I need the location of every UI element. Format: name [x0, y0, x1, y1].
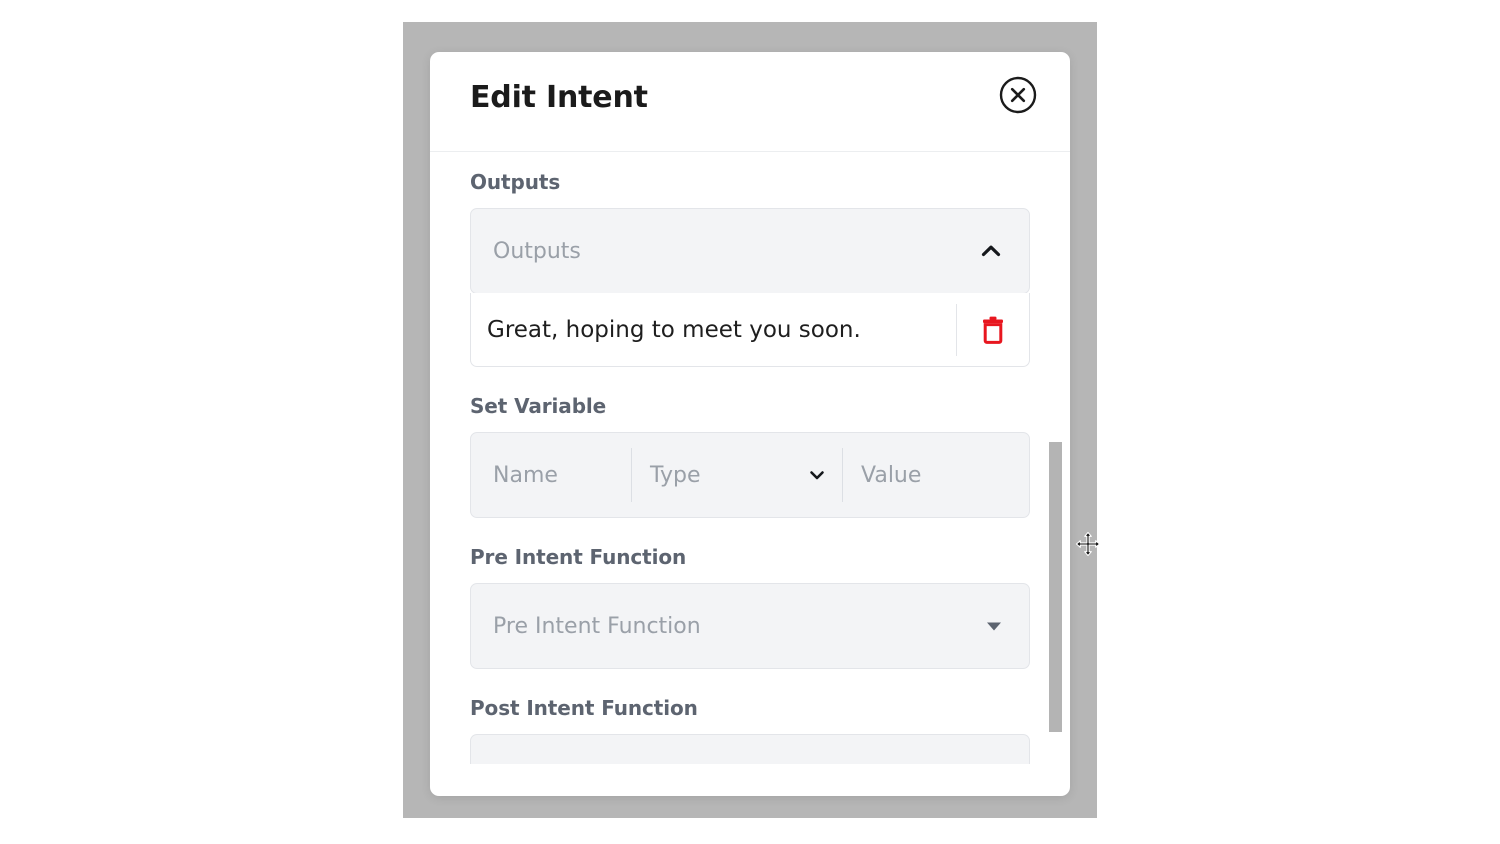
section-label-outputs: Outputs — [470, 170, 561, 194]
variable-type-select[interactable]: Type — [632, 433, 842, 517]
section-set-variable: Set Variable Name Type Value — [470, 394, 1030, 518]
variable-value-placeholder: Value — [861, 462, 922, 488]
post-intent-function-select[interactable] — [470, 734, 1030, 764]
variable-value-input[interactable]: Value — [843, 433, 1029, 517]
variable-name-placeholder: Name — [493, 462, 558, 488]
chevron-up-icon[interactable] — [977, 237, 1005, 265]
variable-name-input[interactable]: Name — [471, 433, 631, 517]
section-label-post-intent-function: Post Intent Function — [470, 696, 698, 720]
modal-header: Edit Intent — [430, 52, 1070, 152]
edit-intent-modal: Edit Intent Outputs Outputs Great, hopin… — [430, 52, 1070, 796]
scrollbar-thumb[interactable] — [1049, 442, 1062, 732]
trash-icon — [978, 314, 1008, 346]
section-outputs: Outputs Outputs Great, hoping to meet yo… — [470, 170, 1030, 367]
section-label-pre-intent-function: Pre Intent Function — [470, 545, 687, 569]
pre-intent-function-select[interactable]: Pre Intent Function — [470, 583, 1030, 669]
output-row[interactable]: Great, hoping to meet you soon. — [470, 293, 1030, 367]
page-title: Edit Intent — [470, 80, 648, 115]
set-variable-field: Name Type Value — [470, 432, 1030, 518]
close-circle-icon — [998, 75, 1038, 115]
outputs-dropdown[interactable]: Outputs — [470, 208, 1030, 294]
scrollbar-track[interactable] — [1049, 152, 1062, 795]
outputs-dropdown-placeholder: Outputs — [493, 238, 581, 264]
outputs-group: Outputs Great, hoping to meet you soon. — [470, 208, 1030, 367]
section-pre-intent-function: Pre Intent Function Pre Intent Function — [470, 545, 1030, 669]
variable-type-placeholder: Type — [650, 462, 701, 488]
delete-output-button[interactable] — [957, 294, 1029, 366]
section-label-set-variable: Set Variable — [470, 394, 607, 418]
caret-down-filled-icon[interactable] — [983, 615, 1005, 637]
section-post-intent-function: Post Intent Function — [470, 696, 1030, 764]
screen: Edit Intent Outputs Outputs Great, hopin… — [0, 0, 1500, 844]
pre-intent-function-placeholder: Pre Intent Function — [493, 613, 701, 639]
close-button[interactable] — [998, 75, 1038, 115]
modal-body: Outputs Outputs Great, hoping to meet yo… — [430, 152, 1070, 795]
chevron-down-icon[interactable] — [806, 464, 828, 486]
output-text: Great, hoping to meet you soon. — [487, 316, 861, 343]
